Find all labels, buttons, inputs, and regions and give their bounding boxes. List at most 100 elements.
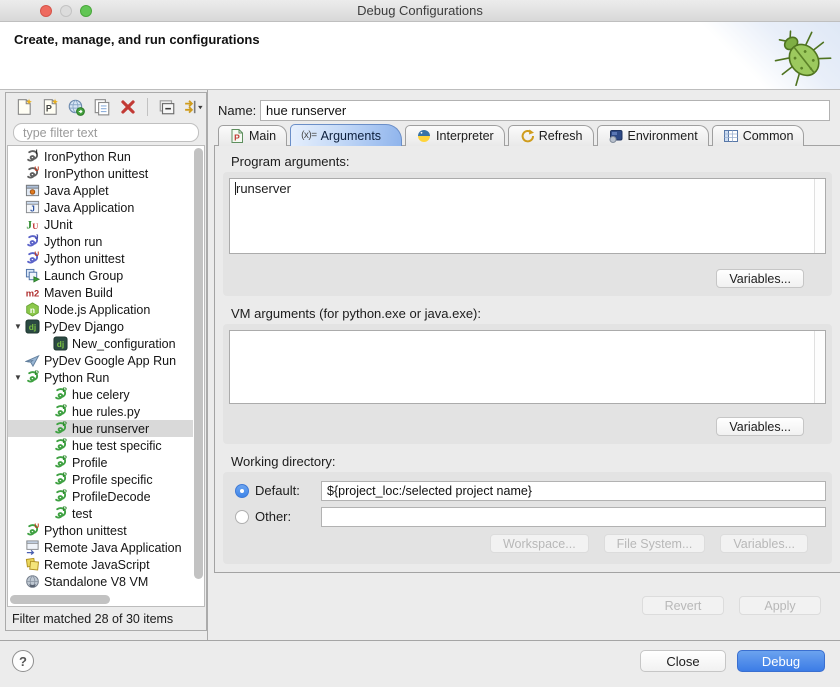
tab-label: Arguments: [321, 129, 381, 143]
delete-launch-configuration-icon[interactable]: [117, 97, 139, 117]
help-button[interactable]: ?: [12, 650, 34, 672]
tree-item[interactable]: Java Applet: [8, 182, 193, 199]
new-launch-prototype-icon[interactable]: P✦: [39, 97, 61, 117]
tree-item[interactable]: ▼djPyDev Django: [8, 318, 193, 335]
vertical-scrollbar[interactable]: [194, 148, 203, 588]
tree-item[interactable]: Phue runserver: [8, 420, 193, 437]
tree-item[interactable]: UJython unittest: [8, 250, 193, 267]
environment-tab-icon: [608, 128, 624, 144]
tree-item-label: hue runserver: [72, 422, 149, 436]
tree-item[interactable]: djNew_configuration: [8, 335, 193, 352]
tree-item[interactable]: I IronPython Run: [8, 148, 193, 165]
disclosure-triangle-icon[interactable]: ▼: [12, 322, 24, 331]
tree-item[interactable]: Phue celery: [8, 386, 193, 403]
tree-item[interactable]: PProfile: [8, 454, 193, 471]
tab-environment[interactable]: Environment: [597, 125, 709, 146]
dialog-body: ✦P✦ IIronPython RunUIronPython unittestJ…: [0, 90, 840, 640]
collapse-all-icon[interactable]: [156, 97, 178, 117]
tree-item[interactable]: PProfileDecode: [8, 488, 193, 505]
textarea-scrollbar[interactable]: [814, 179, 825, 253]
configurations-panel: ✦P✦ IIronPython RunUIronPython unittestJ…: [5, 92, 207, 631]
tree-item-label: ProfileDecode: [72, 490, 151, 504]
tab-interpreter[interactable]: Interpreter: [405, 125, 505, 146]
arguments-tab-icon: (x)=: [301, 130, 317, 141]
tree-item[interactable]: m2Maven Build: [8, 284, 193, 301]
tree-item-label: Python unittest: [44, 524, 127, 538]
tree-item[interactable]: UIronPython unittest: [8, 165, 193, 182]
tree-item[interactable]: PyDev Google App Run: [8, 352, 193, 369]
title-bar[interactable]: Debug Configurations: [0, 0, 840, 22]
bug-icon: [770, 26, 832, 89]
tree-item[interactable]: Phue rules.py: [8, 403, 193, 420]
tree-item-label: Maven Build: [44, 286, 113, 300]
default-directory-input[interactable]: [321, 481, 826, 501]
apply-button[interactable]: Apply: [739, 596, 821, 615]
remote-java-application-icon: [24, 540, 40, 555]
tree-item[interactable]: Remote Java Application: [8, 539, 193, 556]
tree-item[interactable]: JUJUnit: [8, 216, 193, 233]
tree-item[interactable]: Launch Group: [8, 267, 193, 284]
python-run-icon: P: [52, 421, 68, 436]
workspace-button[interactable]: Workspace...: [490, 534, 589, 553]
pydev-django-icon: dj: [24, 319, 40, 334]
vm-variables-button[interactable]: Variables...: [716, 417, 804, 436]
other-radio[interactable]: [235, 510, 249, 524]
configurations-tree[interactable]: I IronPython RunUIronPython unittestJava …: [7, 145, 205, 607]
filter-input[interactable]: [13, 123, 199, 142]
tree-item[interactable]: J Jython run: [8, 233, 193, 250]
svg-text:U: U: [34, 523, 39, 530]
tree-item[interactable]: JJava Application: [8, 199, 193, 216]
svg-text:P: P: [234, 133, 240, 143]
tab-refresh[interactable]: Refresh: [508, 125, 594, 146]
tree-item[interactable]: nNode.js Application: [8, 301, 193, 318]
vm-arguments-textarea[interactable]: [229, 330, 826, 404]
debug-button[interactable]: Debug: [737, 650, 825, 672]
junit-icon: JU: [24, 217, 40, 232]
program-arguments-textarea[interactable]: runserver: [229, 178, 826, 254]
duplicate-launch-configuration-icon[interactable]: [91, 97, 113, 117]
name-input[interactable]: [260, 100, 830, 121]
tree-item-label: Python Run: [44, 371, 109, 385]
default-radio-label: Default:: [255, 483, 321, 498]
svg-text:J: J: [34, 234, 38, 241]
tree-item-label: Jython run: [44, 235, 102, 249]
interpreter-tab-icon: [416, 128, 432, 144]
svg-text:P: P: [62, 404, 67, 411]
python-unittest-icon: U: [24, 523, 40, 538]
pa-variables-button[interactable]: Variables...: [716, 269, 804, 288]
revert-button[interactable]: Revert: [642, 596, 724, 615]
tree-item-label: Standalone V8 VM: [44, 575, 148, 589]
disclosure-triangle-icon[interactable]: ▼: [12, 373, 24, 382]
svg-text:U: U: [32, 221, 38, 231]
tab-arguments[interactable]: (x)= Arguments: [290, 124, 402, 146]
export-launch-configurations-icon[interactable]: [65, 97, 87, 117]
arguments-tab-content: Program arguments: runserver Variables..…: [214, 145, 840, 573]
textarea-scrollbar[interactable]: [814, 331, 825, 403]
tree-item[interactable]: Ptest: [8, 505, 193, 522]
file-system-button[interactable]: File System...: [604, 534, 706, 553]
tree-item[interactable]: Standalone V8 VM: [8, 573, 193, 590]
tree-item-label: IronPython Run: [44, 150, 131, 164]
standalone-v8-vm-icon: [24, 574, 40, 589]
tab-label: Common: [743, 129, 794, 143]
pydev-gae-icon: [24, 353, 40, 368]
filter-status: Filter matched 28 of 30 items: [12, 612, 173, 626]
tab-main[interactable]: PMain: [218, 125, 287, 146]
tree-item[interactable]: Remote JavaScript: [8, 556, 193, 573]
tree-item[interactable]: PProfile specific: [8, 471, 193, 488]
java-applet-icon: [24, 183, 40, 198]
filter-launch-configurations-icon[interactable]: [182, 97, 204, 117]
new-launch-configuration-icon[interactable]: ✦: [13, 97, 35, 117]
tree-item[interactable]: Phue test specific: [8, 437, 193, 454]
tree-item[interactable]: ▼PPython Run: [8, 369, 193, 386]
close-button[interactable]: Close: [640, 650, 726, 672]
other-directory-input[interactable]: [321, 507, 826, 527]
default-radio[interactable]: [235, 484, 249, 498]
tree-item[interactable]: U Python unittest: [8, 522, 193, 539]
tab-common[interactable]: Common: [712, 125, 805, 146]
svg-text:I: I: [35, 149, 37, 156]
horizontal-scrollbar[interactable]: [10, 595, 190, 604]
tree-item-label: PyDev Google App Run: [44, 354, 176, 368]
svg-text:dj: dj: [56, 339, 63, 349]
wd-variables-button[interactable]: Variables...: [720, 534, 808, 553]
